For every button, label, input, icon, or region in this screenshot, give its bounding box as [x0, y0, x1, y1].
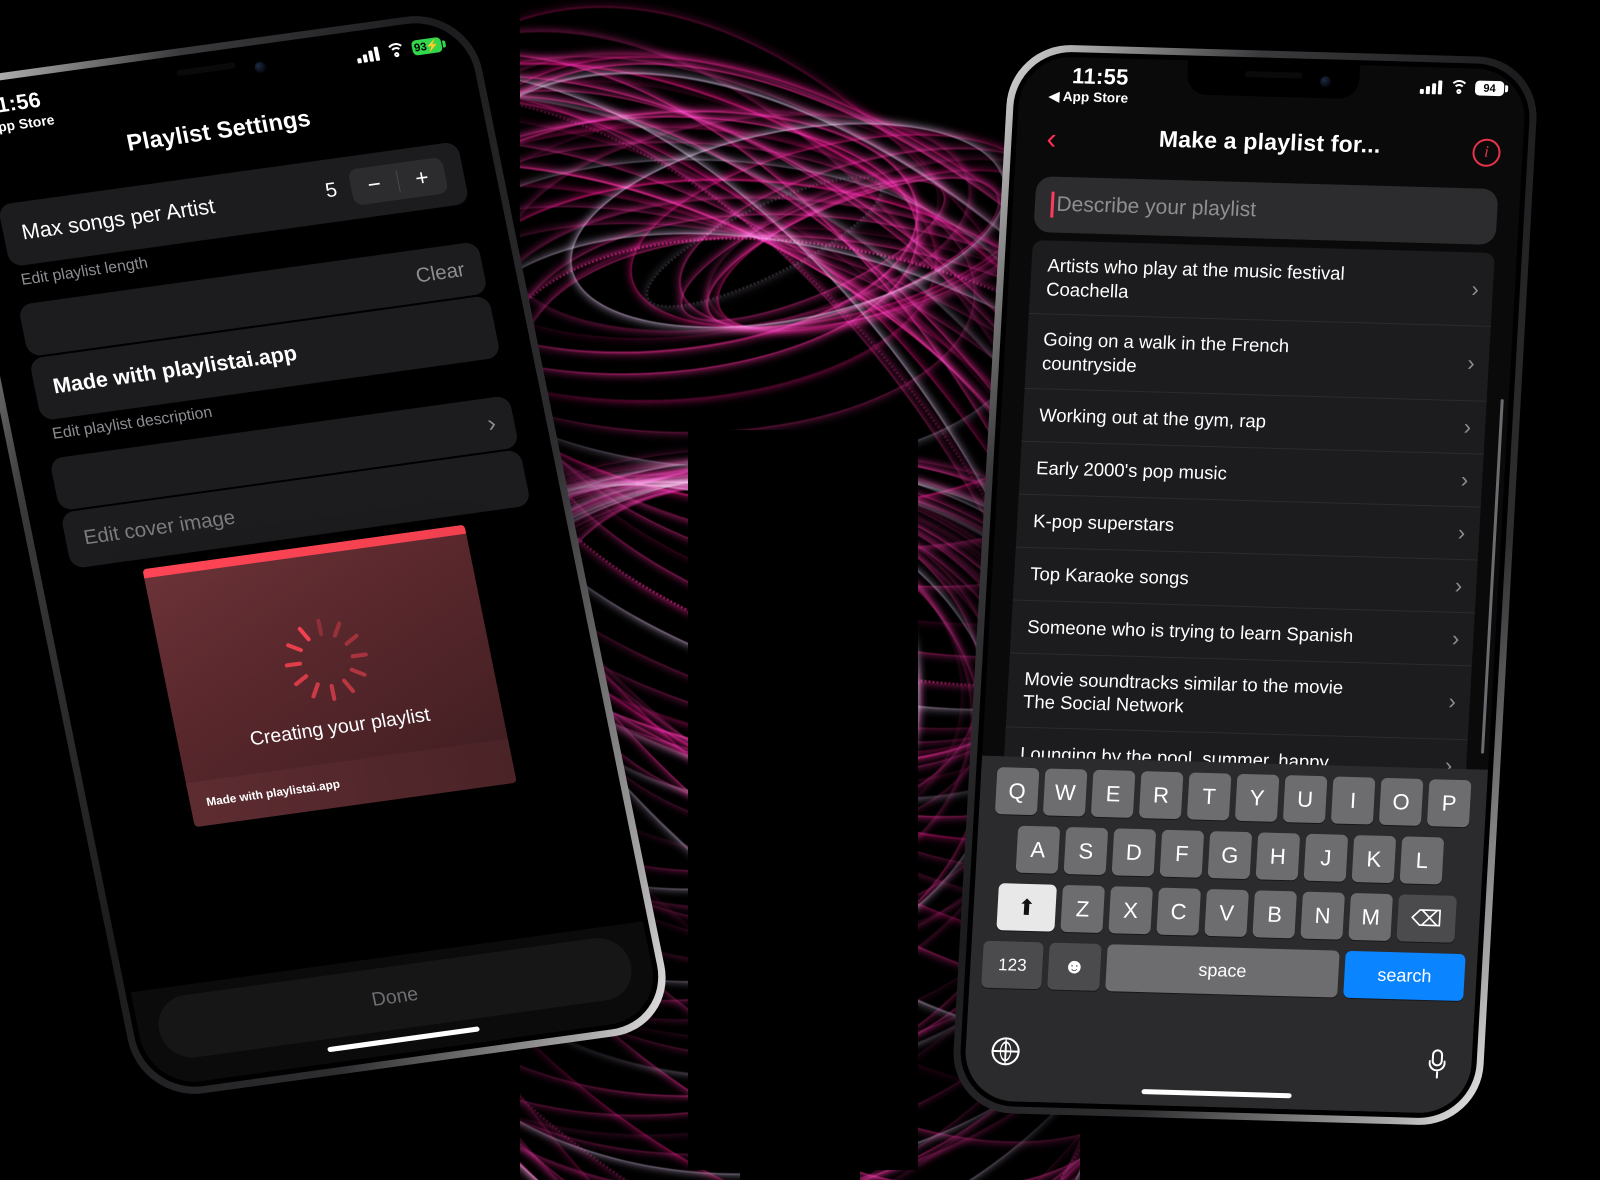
suggestion-label: Working out at the gym, rap: [1038, 404, 1267, 432]
suggestion-list: Artists who play at the music festival C…: [999, 240, 1495, 846]
list-item[interactable]: Movie soundtracks similar to the movie T…: [1005, 653, 1472, 741]
search-placeholder: Describe your playlist: [1055, 192, 1257, 222]
key-t[interactable]: T: [1186, 772, 1232, 821]
wifi-icon: [384, 41, 408, 64]
right-screen: 11:55 ◀ App Store 94 ‹ Make a playlist f…: [962, 55, 1528, 1115]
key-d[interactable]: D: [1111, 828, 1157, 877]
keyboard-row-4: 123 ☻ space search: [973, 940, 1474, 1002]
key-r[interactable]: R: [1138, 771, 1184, 820]
suggestion-label: Someone who is trying to learn Spanish: [1026, 615, 1354, 646]
chevron-right-icon: ›: [484, 409, 499, 438]
chevron-right-icon: ›: [1454, 572, 1464, 598]
numbers-key[interactable]: 123: [981, 940, 1044, 990]
key-e[interactable]: E: [1090, 769, 1136, 818]
battery-level: 94: [1483, 82, 1497, 95]
key-p[interactable]: P: [1426, 779, 1472, 828]
cover-preview-wrapper: Creating your playlist Made with playlis…: [74, 515, 586, 837]
cover-image-placeholder: Edit cover image: [81, 505, 238, 549]
key-s[interactable]: S: [1063, 827, 1109, 876]
key-a[interactable]: A: [1015, 825, 1061, 874]
key-y[interactable]: Y: [1234, 773, 1280, 822]
stepper-decrement[interactable]: −: [347, 163, 401, 205]
loading-spinner-icon: [277, 613, 377, 706]
phone-right: 11:55 ◀ App Store 94 ‹ Make a playlist f…: [950, 43, 1540, 1127]
max-songs-label: Max songs per Artist: [19, 194, 217, 245]
info-glyph: i: [1483, 143, 1490, 161]
stepper-increment[interactable]: +: [395, 157, 449, 199]
key-b[interactable]: B: [1252, 890, 1297, 939]
key-z[interactable]: Z: [1060, 884, 1105, 934]
chevron-right-icon: ›: [1463, 413, 1472, 439]
cover-footer-text: Made with playlistai.app: [205, 778, 342, 809]
clear-button[interactable]: Clear: [414, 258, 467, 288]
max-songs-value: 5: [323, 178, 340, 202]
notch: [1186, 60, 1361, 100]
cellular-bars-icon: [1419, 79, 1443, 94]
emoji-smiley-icon[interactable]: ☻: [1047, 942, 1102, 991]
on-screen-keyboard: QWERTYUIOP ASDFGHJKL ⬆ ZXCVBNM ⌫ 123 ☻ s…: [962, 755, 1489, 1115]
key-x[interactable]: X: [1108, 886, 1153, 935]
key-f[interactable]: F: [1159, 829, 1205, 878]
suggestion-label: Movie soundtracks similar to the movie T…: [1022, 667, 1344, 717]
keyboard-footer: [963, 1024, 1473, 1114]
cellular-bars-icon: [355, 45, 381, 64]
microphone-icon[interactable]: [1428, 1049, 1447, 1079]
key-g[interactable]: G: [1207, 831, 1253, 880]
battery-icon: 93 ⚡: [410, 36, 444, 56]
person-silhouette: [688, 430, 918, 1180]
page-title: Make a playlist for...: [1158, 125, 1382, 158]
chevron-right-icon: ›: [1447, 689, 1457, 715]
chevron-right-icon: ›: [1470, 276, 1480, 302]
keyboard-row-1: QWERTYUIOP: [983, 767, 1484, 828]
key-l[interactable]: L: [1399, 836, 1445, 885]
chevron-right-icon: ›: [1451, 625, 1461, 651]
home-indicator[interactable]: [1141, 1088, 1292, 1099]
shift-arrow-icon[interactable]: ⬆: [996, 883, 1057, 932]
status-back-to-app-store[interactable]: ◀ App Store: [1049, 89, 1129, 107]
info-circle-icon[interactable]: i: [1471, 138, 1502, 168]
key-q[interactable]: Q: [994, 767, 1040, 816]
key-c[interactable]: C: [1156, 887, 1201, 936]
key-w[interactable]: W: [1042, 768, 1088, 817]
search-input[interactable]: Describe your playlist: [1033, 176, 1499, 245]
description-value: Made with playlistai.app: [50, 341, 299, 399]
suggestion-label: Going on a walk in the French countrysid…: [1041, 328, 1290, 376]
key-v[interactable]: V: [1204, 888, 1249, 938]
text-caret: [1050, 191, 1055, 218]
suggestion-label: Early 2000's pop music: [1035, 457, 1228, 484]
max-songs-stepper[interactable]: 5 − +: [322, 156, 449, 210]
chevron-right-icon: ›: [1466, 350, 1476, 376]
suggestion-label: K-pop superstars: [1032, 509, 1175, 535]
search-key[interactable]: search: [1343, 950, 1466, 1002]
key-h[interactable]: H: [1255, 832, 1301, 881]
keyboard-row-2: ASDFGHJKL: [980, 825, 1481, 886]
key-k[interactable]: K: [1351, 835, 1397, 884]
list-item[interactable]: Artists who play at the music festival C…: [1028, 240, 1495, 328]
chevron-right-icon: ›: [1460, 466, 1469, 492]
battery-icon: 94: [1474, 80, 1505, 97]
key-o[interactable]: O: [1378, 777, 1424, 826]
wifi-icon: [1448, 79, 1469, 99]
suggestion-label: Top Karaoke songs: [1029, 562, 1190, 589]
scrollbar[interactable]: [1480, 399, 1504, 754]
globe-icon[interactable]: [990, 1036, 1021, 1066]
settings-list: Max songs per Artist 5 − + Edit playlist…: [0, 128, 557, 573]
status-time: 11:55: [1071, 63, 1130, 90]
chevron-right-icon: ›: [1457, 519, 1466, 545]
backspace-icon[interactable]: ⌫: [1396, 894, 1457, 943]
key-m[interactable]: M: [1348, 892, 1393, 942]
key-j[interactable]: J: [1303, 833, 1349, 882]
key-u[interactable]: U: [1282, 775, 1328, 824]
list-item[interactable]: Going on a walk in the French countrysid…: [1024, 314, 1491, 402]
playlist-cover-card: Creating your playlist Made with playlis…: [142, 524, 517, 828]
key-n[interactable]: N: [1300, 891, 1345, 940]
suggestion-label: Artists who play at the music festival C…: [1045, 254, 1346, 302]
key-i[interactable]: I: [1330, 776, 1376, 825]
keyboard-row-3: ⬆ ZXCVBNM ⌫: [976, 883, 1477, 944]
space-key[interactable]: space: [1105, 944, 1340, 998]
